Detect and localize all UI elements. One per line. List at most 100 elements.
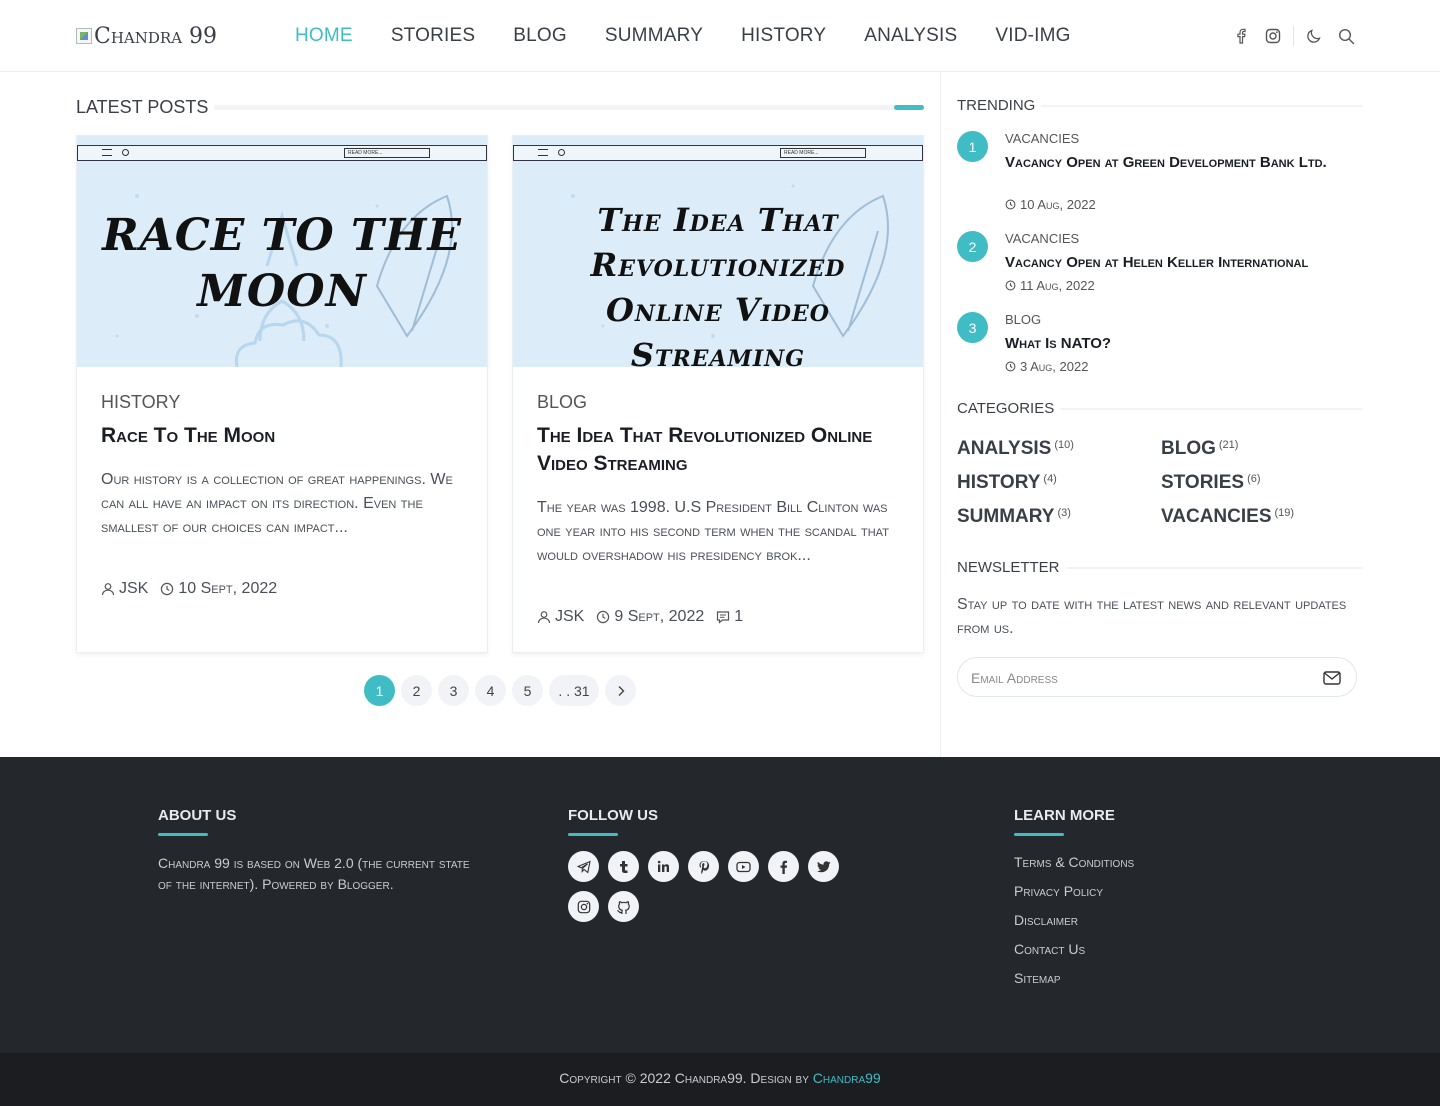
clock-icon [1005, 361, 1016, 372]
page-5[interactable]: 5 [512, 675, 543, 706]
nav-analysis[interactable]: Analysis [864, 22, 957, 50]
site-footer: About Us Chandra 99 is based on Web 2.0 … [0, 757, 1440, 1053]
trend-title[interactable]: Vacancy Open at Helen Keller Internation… [1005, 253, 1365, 272]
category-history[interactable]: History (4) [957, 472, 1057, 494]
privacy-link[interactable]: Privacy Policy [1014, 882, 1134, 911]
moon-icon[interactable] [1298, 22, 1330, 50]
nav-home[interactable]: Home [295, 22, 353, 50]
title-bar [1065, 566, 1363, 569]
post-title[interactable]: The Idea That Revolutionized Online Vide… [537, 422, 899, 478]
youtube-icon[interactable] [728, 851, 759, 882]
trend-rank: 1 [957, 131, 988, 162]
designer-link[interactable]: Chandra99 [813, 1070, 881, 1086]
facebook-icon[interactable] [1225, 22, 1257, 50]
clock-icon [160, 582, 174, 596]
title-bar [1060, 407, 1363, 410]
page-2[interactable]: 2 [401, 675, 432, 706]
terms-link[interactable]: Terms & Conditions [1014, 853, 1134, 882]
contact-link[interactable]: Contact Us [1014, 940, 1134, 969]
user-icon [537, 610, 551, 624]
nav-vid-img[interactable]: Vid-Img [995, 22, 1070, 50]
section-title: Categories [957, 400, 1055, 417]
facebook-icon[interactable] [768, 851, 799, 882]
category-stories[interactable]: Stories (6) [1161, 472, 1261, 494]
category-vacancies[interactable]: Vacancies (19) [1161, 506, 1294, 528]
instagram-icon[interactable] [1257, 22, 1289, 50]
sitemap-link[interactable]: Sitemap [1014, 969, 1134, 998]
category-blog[interactable]: Blog (21) [1161, 438, 1238, 460]
post-category[interactable]: Blog [537, 392, 587, 413]
post-author[interactable]: JSK [119, 580, 148, 598]
trending-heading: Trending [957, 97, 1363, 114]
newsletter-text: Stay up to date with the latest news and… [957, 596, 1347, 637]
trend-category[interactable]: Vacancies [1005, 231, 1079, 246]
trend-category[interactable]: Vacancies [1005, 131, 1079, 146]
subscribe-button[interactable] [1322, 668, 1342, 688]
next-page-button[interactable] [605, 675, 636, 706]
chevron-right-icon [618, 685, 624, 696]
logo-alt-text: Chandra 99 [94, 23, 218, 49]
section-title: Trending [957, 97, 1036, 114]
page-last[interactable]: . . 31 [549, 675, 599, 706]
nav-stories[interactable]: Stories [391, 22, 475, 50]
page-3[interactable]: 3 [438, 675, 469, 706]
telegram-icon[interactable] [568, 851, 599, 882]
main-content: Latest Posts READ MORE... [0, 73, 1440, 757]
disclaimer-link[interactable]: Disclaimer [1014, 911, 1134, 940]
nav-history[interactable]: History [741, 22, 826, 50]
clock-icon [1005, 280, 1016, 291]
learn-more-title: Learn More [1014, 807, 1115, 836]
post-title[interactable]: Race To The Moon [101, 422, 463, 450]
newsletter-form [957, 657, 1357, 697]
post-card[interactable]: READ MORE... RACE TO THE MOON History Ra [76, 135, 488, 653]
newsletter-heading: Newsletter [957, 559, 1363, 576]
page-4[interactable]: 4 [475, 675, 506, 706]
twitter-icon[interactable] [808, 851, 839, 882]
trending-item[interactable]: 2 Vacancies Vacancy Open at Helen Keller… [957, 231, 1363, 301]
github-icon[interactable] [608, 891, 639, 922]
about-title: About Us [158, 807, 236, 836]
latest-posts-heading: Latest Posts [76, 97, 924, 118]
post-meta: JSK 10 Sept, 2022 [101, 580, 277, 598]
thumb-title: The Idea That Revolutionized Online Vide… [590, 201, 846, 367]
post-card[interactable]: READ MORE... The Idea That Revolutionize… [512, 135, 924, 653]
trending-item[interactable]: 1 Vacancies Vacancy Open at Green Develo… [957, 131, 1363, 221]
post-comment-count[interactable]: 1 [734, 608, 743, 626]
instagram-icon[interactable] [568, 891, 599, 922]
post-category[interactable]: History [101, 392, 180, 413]
comment-icon [716, 610, 730, 624]
thumb-title: RACE TO THE MOON [102, 210, 462, 317]
post-author[interactable]: JSK [555, 608, 584, 626]
post-thumbnail[interactable]: READ MORE... The Idea That Revolutionize… [513, 136, 923, 367]
search-icon[interactable] [1330, 22, 1362, 50]
section-title: Newsletter [957, 559, 1060, 576]
post-date: 9 Sept, 2022 [614, 608, 705, 625]
clock-icon [596, 610, 610, 624]
linkedin-icon[interactable] [648, 851, 679, 882]
trend-date: 10 Aug, 2022 [1020, 197, 1096, 212]
broken-image-icon [76, 28, 92, 44]
page-1[interactable]: 1 [364, 675, 395, 706]
column-divider [940, 73, 941, 757]
site-logo[interactable]: Chandra 99 [76, 22, 217, 50]
email-input[interactable] [971, 668, 1291, 688]
tumblr-icon[interactable] [608, 851, 639, 882]
trend-category[interactable]: Blog [1005, 312, 1041, 327]
footer-links: Terms & Conditions Privacy Policy Discla… [1014, 853, 1134, 998]
category-analysis[interactable]: Analysis (10) [957, 438, 1074, 460]
title-bar [1041, 104, 1363, 107]
nav-summary[interactable]: Summary [605, 22, 703, 50]
about-text: Chandra 99 is based on Web 2.0 (the curr… [158, 855, 470, 892]
trend-title[interactable]: What Is NATO? [1005, 334, 1365, 353]
trend-title[interactable]: Vacancy Open at Green Development Bank L… [1005, 153, 1365, 172]
post-thumbnail[interactable]: READ MORE... RACE TO THE MOON [77, 136, 487, 367]
nav-blog[interactable]: Blog [513, 22, 567, 50]
copyright-bar: Copyright © 2022 Chandra99. Design by Ch… [0, 1053, 1440, 1106]
category-summary[interactable]: Summary (3) [957, 506, 1071, 528]
user-icon [101, 582, 115, 596]
post-meta: JSK 9 Sept, 2022 1 [537, 608, 743, 626]
pinterest-icon[interactable] [688, 851, 719, 882]
trending-item[interactable]: 3 Blog What Is NATO? 3 Aug, 2022 [957, 312, 1363, 382]
site-header: Chandra 99 Home Stories Blog Summary His… [0, 0, 1440, 72]
post-snippet: Our history is a collection of great hap… [101, 471, 453, 536]
